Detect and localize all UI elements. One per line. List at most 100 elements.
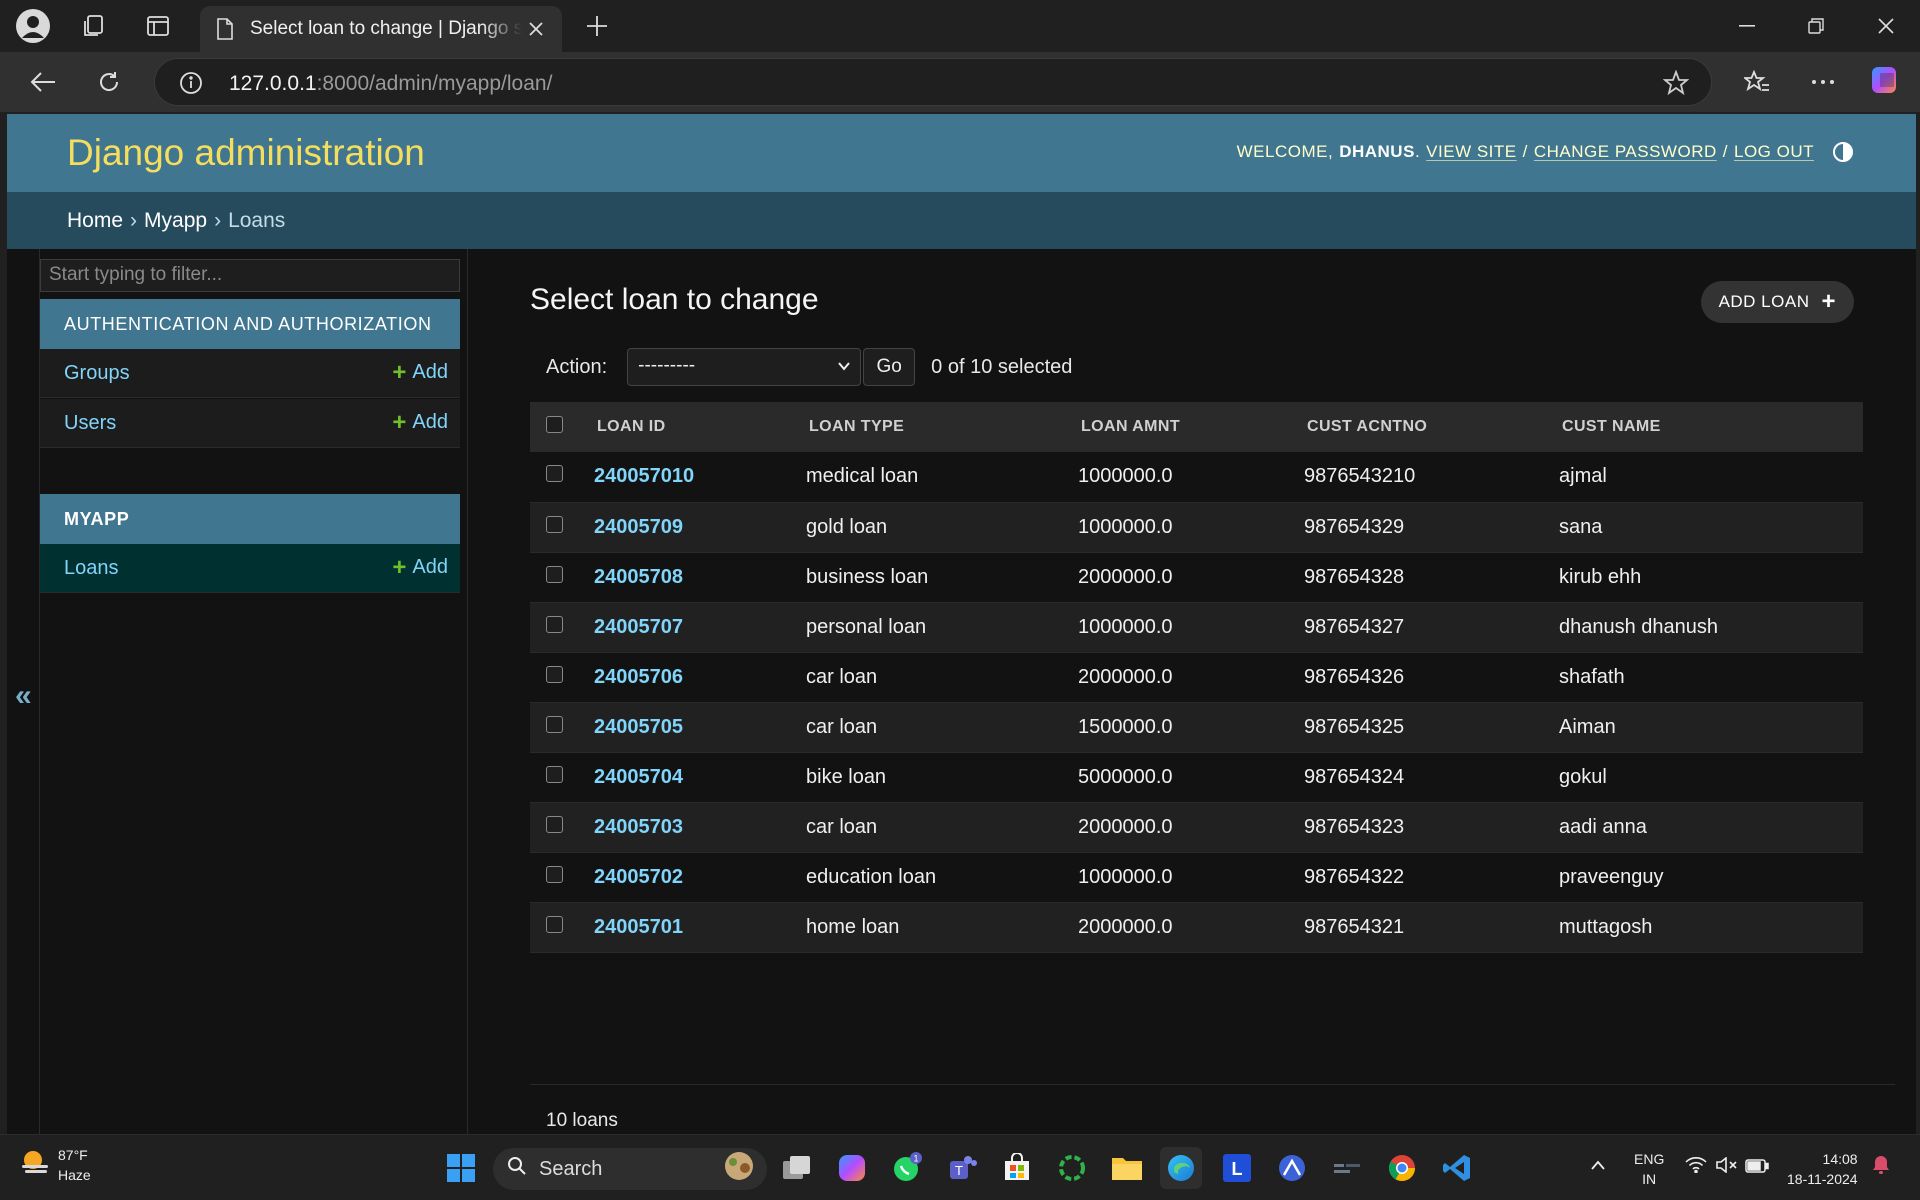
module-caption-auth[interactable]: AUTHENTICATION AND AUTHORIZATION <box>40 299 460 349</box>
loan-type-cell: medical loan <box>806 465 919 488</box>
file-explorer-icon[interactable] <box>1106 1147 1148 1189</box>
loan-id-link[interactable]: 24005707 <box>594 616 683 638</box>
loan-id-link[interactable]: 24005704 <box>594 766 683 788</box>
loan-id-link[interactable]: 24005709 <box>594 516 683 538</box>
teams-icon[interactable]: T <box>941 1147 983 1189</box>
chrome-icon[interactable] <box>1381 1147 1423 1189</box>
back-icon[interactable] <box>26 65 60 99</box>
log-out-link[interactable]: LOG OUT <box>1734 142 1814 162</box>
copilot-icon[interactable] <box>1870 63 1904 97</box>
weather-widget[interactable]: 87°F Haze <box>20 1145 91 1185</box>
add-loan-button[interactable]: ADD LOAN + <box>1700 281 1854 323</box>
row-checkbox[interactable] <box>546 665 563 683</box>
favorites-icon[interactable] <box>1740 65 1774 99</box>
cust-name-cell: muttagosh <box>1559 915 1653 938</box>
column-header[interactable]: LOAN ID <box>594 402 806 452</box>
column-header[interactable]: CUST NAME <box>1559 402 1863 452</box>
more-options-icon[interactable] <box>1806 65 1840 99</box>
minimize-icon[interactable] <box>1722 8 1772 44</box>
workspaces-icon[interactable] <box>78 9 112 43</box>
add-group-link[interactable]: + Add <box>392 360 448 384</box>
arc-app-icon[interactable] <box>1271 1147 1313 1189</box>
actions-bar: Action: --------- Go 0 of 10 selected <box>530 344 1863 390</box>
new-tab-icon[interactable] <box>580 9 614 43</box>
sidebar-toggle[interactable]: « <box>7 249 40 1134</box>
refresh-icon[interactable] <box>92 65 126 99</box>
breadcrumb: Home › Myapp › Loans <box>7 192 1916 249</box>
loan-amount-cell: 5000000.0 <box>1078 765 1173 788</box>
module-caption-myapp[interactable]: MYAPP <box>40 494 460 544</box>
notification-bell-icon[interactable] <box>1872 1155 1890 1180</box>
wifi-icon[interactable] <box>1685 1157 1707 1178</box>
loan-id-link[interactable]: 24005702 <box>594 866 683 888</box>
task-view-icon[interactable] <box>776 1147 818 1189</box>
cust-name-cell: sana <box>1559 515 1603 538</box>
l-app-icon[interactable]: L <box>1216 1147 1258 1189</box>
nav-filter-input[interactable]: Start typing to filter... <box>40 259 460 292</box>
tab-actions-icon[interactable] <box>141 9 175 43</box>
users-link[interactable]: Users <box>64 412 116 435</box>
taskbar-search[interactable]: Search <box>493 1148 767 1190</box>
row-checkbox[interactable] <box>546 915 563 933</box>
loan-id-link[interactable]: 240057010 <box>594 465 694 487</box>
loans-link[interactable]: Loans <box>64 557 119 580</box>
copilot-taskbar-icon[interactable] <box>831 1147 873 1189</box>
select-all-checkbox[interactable] <box>546 416 563 433</box>
breadcrumb-myapp[interactable]: Myapp <box>144 209 207 233</box>
row-checkbox[interactable] <box>546 815 563 833</box>
row-checkbox[interactable] <box>546 865 563 883</box>
loan-id-link[interactable]: 24005701 <box>594 916 683 938</box>
clock[interactable]: 14:08 18-11-2024 <box>1787 1149 1858 1189</box>
site-brand[interactable]: Django administration <box>67 132 425 174</box>
theme-toggle-icon[interactable] <box>1832 141 1854 163</box>
table-row: 240057010 medical loan 1000000.0 9876543210… <box>530 452 1863 502</box>
row-checkbox[interactable] <box>546 565 563 583</box>
tab-active[interactable]: Select loan to change | Django site admi… <box>200 6 562 52</box>
column-header[interactable]: LOAN AMNT <box>1078 402 1304 452</box>
windows-start-icon[interactable] <box>440 1147 482 1189</box>
close-tab-icon[interactable] <box>524 17 548 41</box>
action-select[interactable]: --------- <box>627 348 862 386</box>
loan-id-link[interactable]: 24005703 <box>594 816 683 838</box>
microsoft-store-icon[interactable] <box>996 1147 1038 1189</box>
column-header[interactable]: LOAN TYPE <box>806 402 1078 452</box>
change-password-link[interactable]: CHANGE PASSWORD <box>1534 142 1717 162</box>
terminal-app-icon[interactable] <box>1326 1147 1368 1189</box>
loan-amount-cell: 2000000.0 <box>1078 815 1173 838</box>
site-info-icon[interactable] <box>179 71 203 95</box>
restore-icon[interactable] <box>1791 8 1841 44</box>
vscode-icon[interactable] <box>1436 1147 1478 1189</box>
edge-icon[interactable] <box>1160 1147 1202 1189</box>
row-checkbox[interactable] <box>546 515 563 533</box>
add-loan-link[interactable]: + Add <box>392 555 448 579</box>
loan-type-cell: education loan <box>806 865 937 888</box>
profile-icon[interactable] <box>16 9 50 43</box>
close-window-icon[interactable] <box>1861 8 1911 44</box>
row-checkbox[interactable] <box>546 765 563 783</box>
show-hidden-icons[interactable] <box>1590 1155 1606 1175</box>
column-header[interactable]: CUST ACNTNO <box>1304 402 1559 452</box>
view-site-link[interactable]: VIEW SITE <box>1426 142 1516 162</box>
battery-icon[interactable] <box>1745 1158 1769 1178</box>
separator: / <box>1722 142 1728 161</box>
language-indicator[interactable]: ENG IN <box>1634 1149 1664 1189</box>
loan-id-link[interactable]: 24005705 <box>594 716 683 738</box>
row-checkbox[interactable] <box>546 465 563 483</box>
address-bar[interactable]: 127.0.0.1:8000/admin/myapp/loan/ <box>154 58 1712 106</box>
loading-ring-icon[interactable] <box>1051 1147 1093 1189</box>
whatsapp-badge: 1 <box>913 1154 918 1164</box>
whatsapp-icon[interactable]: 1 <box>886 1147 928 1189</box>
loan-id-link[interactable]: 24005708 <box>594 566 683 588</box>
volume-muted-icon[interactable] <box>1716 1156 1738 1178</box>
favorite-star-icon[interactable] <box>1662 69 1690 101</box>
add-user-link[interactable]: + Add <box>392 410 448 434</box>
groups-link[interactable]: Groups <box>64 362 130 385</box>
row-checkbox[interactable] <box>546 615 563 633</box>
go-button[interactable]: Go <box>863 348 916 386</box>
chevron-down-icon <box>836 355 852 383</box>
loan-id-link[interactable]: 24005706 <box>594 666 683 688</box>
breadcrumb-home[interactable]: Home <box>67 209 123 233</box>
collapse-sidebar-icon[interactable]: « <box>15 679 32 713</box>
row-checkbox[interactable] <box>546 715 563 733</box>
breadcrumb-separator: › <box>130 208 138 232</box>
